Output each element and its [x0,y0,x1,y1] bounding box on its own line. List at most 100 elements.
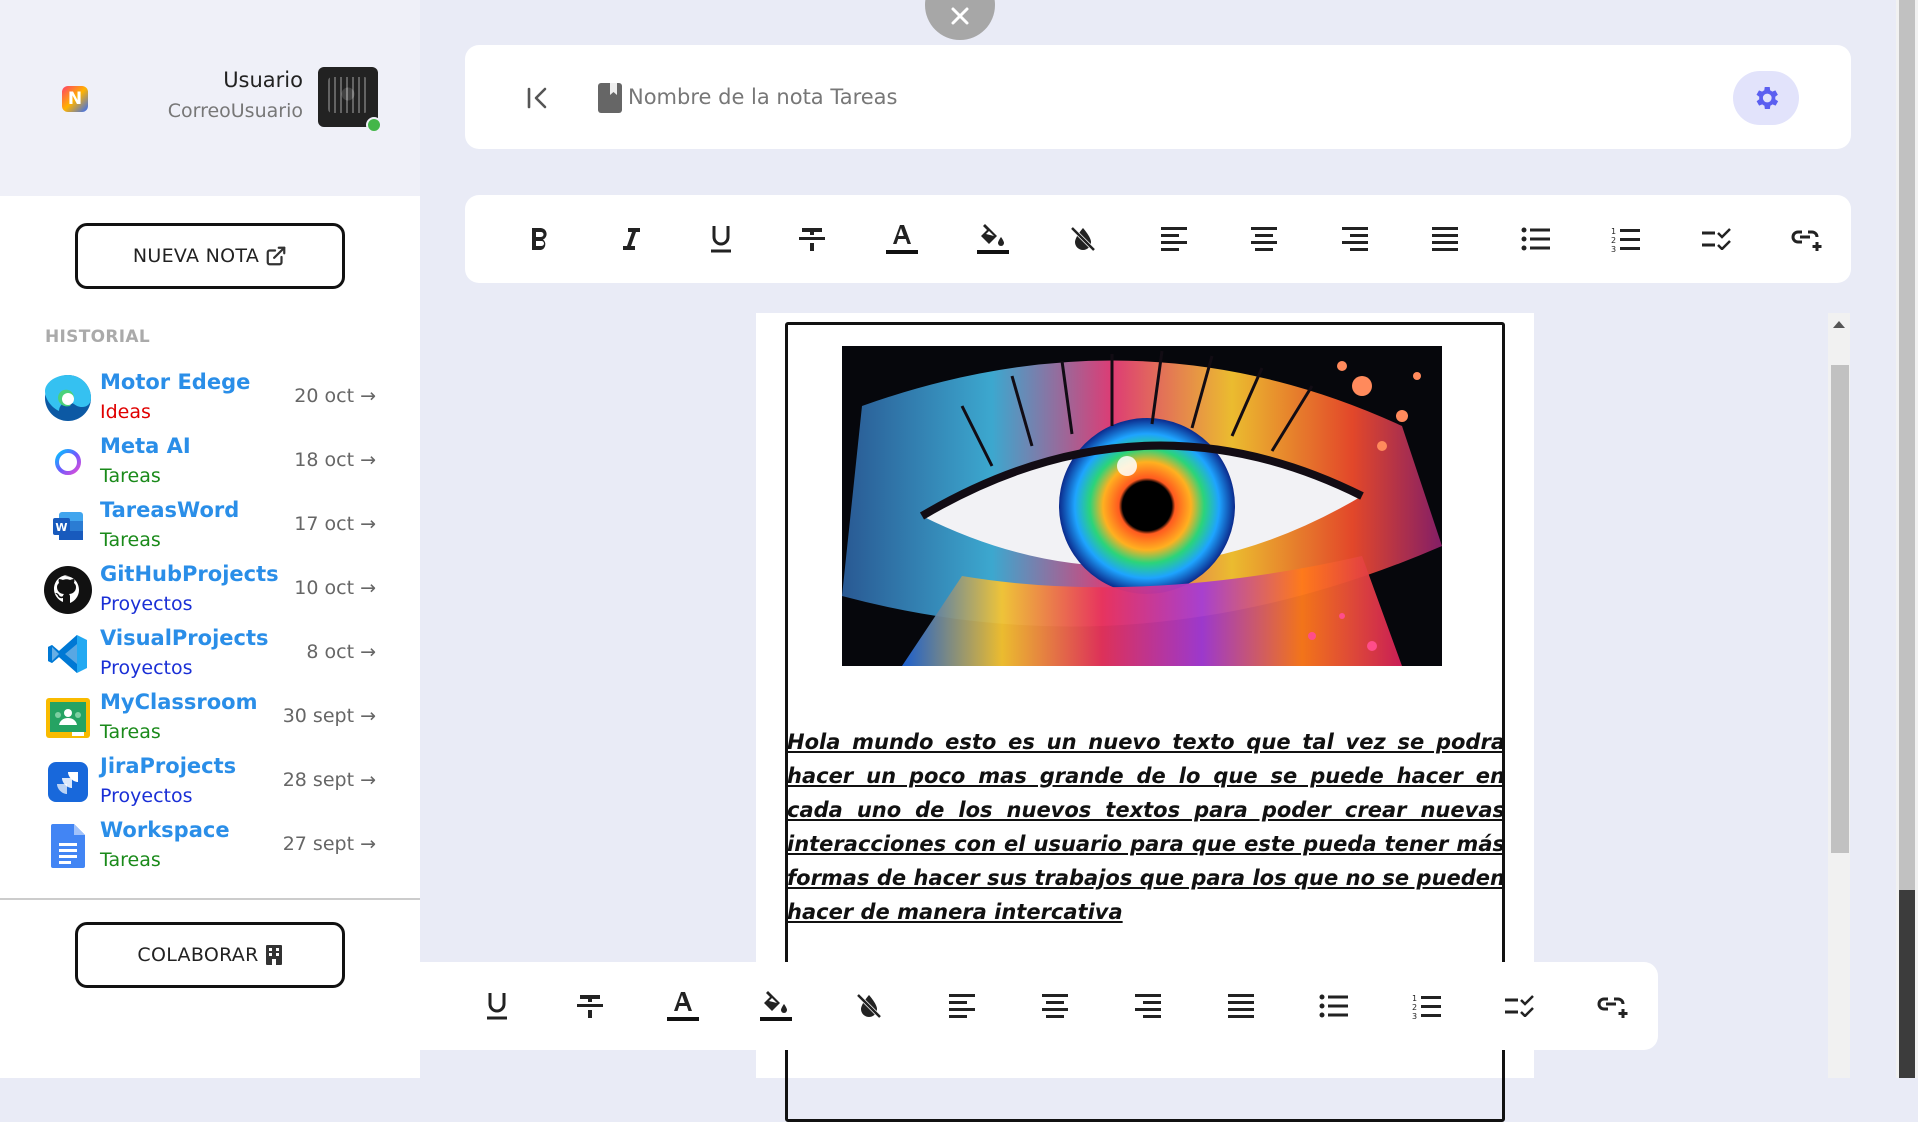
history-item[interactable]: MyClassroom Tareas 30 sept → [0,686,420,750]
history-item-date: 8 oct → [306,641,376,663]
history-item-title: GitHubProjects [100,562,279,586]
history-item[interactable]: Meta AI Tareas 18 oct → [0,430,420,494]
history-item[interactable]: Workspace Tareas 27 sept → [0,814,420,878]
font-color-icon [886,225,919,254]
font-color-button[interactable] [636,976,729,1036]
align-justify-button[interactable] [1194,976,1287,1036]
new-note-button[interactable]: NUEVA NOTA [75,223,345,289]
bullet-list-button[interactable] [1491,209,1582,269]
align-center-button[interactable] [1008,976,1101,1036]
window-scrollbar-thumb[interactable] [1899,0,1915,890]
history-item-title: Workspace [100,818,230,842]
history-item-title: Motor Edege [100,370,251,394]
align-right-icon [1134,994,1161,1018]
document-scrollbar[interactable] [1828,313,1850,1078]
collapse-sidebar-icon[interactable] [525,85,551,111]
add-link-icon [1597,997,1627,1018]
sidebar-divider [0,898,420,900]
align-right-button[interactable] [1310,209,1401,269]
word-icon: W [44,502,92,550]
italic-button[interactable] [586,209,677,269]
user-name: Usuario [223,68,303,92]
close-icon [951,7,969,25]
history-item-category: Tareas [100,465,161,487]
align-center-icon [1251,227,1278,251]
window-scrollbar-track [1899,890,1915,1078]
svg-text:1: 1 [1412,994,1417,1003]
history-item[interactable]: W TareasWord Tareas 17 oct → [0,494,420,558]
align-center-button[interactable] [1219,209,1310,269]
numbered-list-button[interactable]: 123 [1581,209,1672,269]
underline-button[interactable] [676,209,767,269]
note-header: Nombre de la nota Tareas [465,45,1851,149]
clear-format-button[interactable] [822,976,915,1036]
paint-bucket-icon [759,991,792,1021]
history-item-category: Tareas [100,529,161,551]
history-item[interactable]: JiraProjects Proyectos 28 sept → [0,750,420,814]
align-right-button[interactable] [1101,976,1194,1036]
strikethrough-icon [798,228,825,251]
italic-icon [622,228,640,250]
collaborate-label: COLABORAR [137,944,259,966]
edge-icon [44,374,92,422]
meta-ai-icon [44,438,92,486]
window-scrollbar[interactable] [1896,0,1918,1078]
history-item-date: 17 oct → [294,513,376,535]
fill-color-button[interactable] [948,209,1039,269]
scroll-up-arrow-icon[interactable] [1833,321,1845,328]
history-item-title: TareasWord [100,498,240,522]
close-button[interactable] [925,0,995,40]
history-item[interactable]: GitHubProjects Proyectos 10 oct → [0,558,420,622]
strikethrough-icon [576,995,603,1018]
document-image[interactable] [842,346,1442,666]
align-left-button[interactable] [1129,209,1220,269]
add-link-button[interactable] [1566,976,1659,1036]
bold-button[interactable] [495,209,586,269]
font-color-icon [666,992,699,1021]
underline-icon [711,226,732,253]
fill-color-button[interactable] [729,976,822,1036]
clear-format-button[interactable] [1038,209,1129,269]
history-item-date: 30 sept → [282,705,376,727]
settings-button[interactable] [1733,71,1799,125]
align-left-button[interactable] [915,976,1008,1036]
history-item-date: 18 oct → [294,449,376,471]
collaborate-button[interactable]: COLABORAR [75,922,345,988]
history-item[interactable]: VisualProjects Proyectos 8 oct → [0,622,420,686]
note-title[interactable]: Nombre de la nota Tareas [628,85,897,109]
history-item-date: 20 oct → [294,385,376,407]
svg-text:3: 3 [1412,1012,1417,1019]
checklist-icon [1504,995,1534,1017]
document-text[interactable]: Hola mundo esto es un nuevo texto que ta… [787,725,1505,929]
history-item-category: Proyectos [100,593,193,615]
svg-text:W: W [55,521,67,534]
history-item-title: JiraProjects [100,754,237,778]
sidebar: N Usuario CorreoUsuario NUEVA NOTA HISTO… [0,0,420,1078]
align-justify-button[interactable] [1400,209,1491,269]
history-item-date: 28 sept → [282,769,376,791]
underline-icon [486,993,507,1020]
numbered-list-button[interactable]: 123 [1380,976,1473,1036]
history-item[interactable]: Motor Edege Ideas 20 oct → [0,366,420,430]
numbered-list-icon: 123 [1611,227,1641,252]
github-icon [44,566,92,614]
strikethrough-button[interactable] [543,976,636,1036]
new-note-label: NUEVA NOTA [132,245,260,267]
align-right-icon [1341,227,1368,251]
scrollbar-thumb[interactable] [1831,365,1849,853]
underline-button[interactable] [450,976,543,1036]
docs-icon [44,822,92,870]
font-color-button[interactable] [857,209,948,269]
history-item-date: 10 oct → [294,577,376,599]
add-link-icon [1791,230,1822,251]
checklist-button[interactable] [1473,976,1566,1036]
history-item-title: Meta AI [100,434,191,458]
checklist-button[interactable] [1672,209,1763,269]
align-center-icon [1041,994,1068,1018]
numbered-list-icon: 123 [1412,994,1441,1019]
bullet-list-icon [1521,227,1550,251]
bullet-list-button[interactable] [1287,976,1380,1036]
strikethrough-button[interactable] [767,209,858,269]
add-link-button[interactable] [1762,209,1853,269]
bullet-list-icon [1319,994,1348,1018]
